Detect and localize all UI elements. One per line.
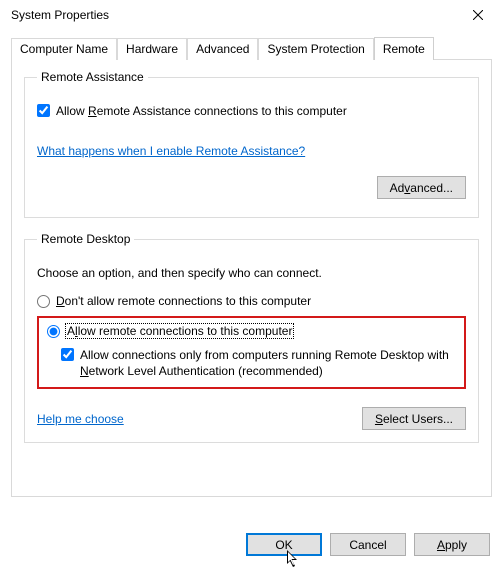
tab-hardware[interactable]: Hardware (117, 38, 187, 60)
tab-panel-remote: Remote Assistance Allow Remote Assistanc… (11, 59, 492, 497)
tab-strip: Computer Name Hardware Advanced System P… (11, 36, 492, 59)
dont-allow-remote-label: Don't allow remote connections to this c… (56, 294, 311, 308)
highlight-box: Allow remote connections to this compute… (37, 316, 466, 389)
content-area: Computer Name Hardware Advanced System P… (1, 30, 500, 521)
close-button[interactable] (455, 0, 500, 30)
ok-button[interactable]: OK (246, 533, 322, 556)
remote-desktop-intro: Choose an option, and then specify who c… (37, 266, 466, 280)
tab-computer-name[interactable]: Computer Name (11, 38, 117, 60)
close-icon (473, 10, 483, 20)
help-me-choose-link[interactable]: Help me choose (37, 412, 124, 426)
remote-assistance-help-link[interactable]: What happens when I enable Remote Assist… (37, 144, 305, 158)
dont-allow-remote-radio[interactable]: Don't allow remote connections to this c… (37, 294, 466, 308)
apply-button[interactable]: Apply (414, 533, 490, 556)
allow-remote-radio[interactable]: Allow remote connections to this compute… (47, 324, 456, 338)
tab-advanced[interactable]: Advanced (187, 38, 258, 60)
remote-assistance-group: Remote Assistance Allow Remote Assistanc… (24, 70, 479, 218)
titlebar: System Properties (1, 0, 500, 30)
dialog-button-row: OK Cancel Apply (1, 521, 500, 568)
allow-remote-input[interactable] (47, 325, 60, 338)
tab-remote[interactable]: Remote (374, 37, 434, 60)
allow-remote-assistance-checkbox[interactable]: Allow Remote Assistance connections to t… (37, 104, 466, 118)
nla-label: Allow connections only from computers ru… (80, 348, 456, 379)
allow-remote-label: Allow remote connections to this compute… (66, 324, 293, 338)
allow-remote-assistance-input[interactable] (37, 104, 50, 117)
remote-desktop-legend: Remote Desktop (37, 232, 134, 246)
tab-system-protection[interactable]: System Protection (258, 38, 373, 60)
remote-assistance-advanced-button[interactable]: Advanced... (377, 176, 466, 199)
select-users-button[interactable]: Select Users... (362, 407, 466, 430)
remote-assistance-legend: Remote Assistance (37, 70, 148, 84)
nla-checkbox[interactable] (61, 348, 74, 361)
cancel-button[interactable]: Cancel (330, 533, 406, 556)
allow-remote-assistance-label: Allow Remote Assistance connections to t… (56, 104, 347, 118)
dont-allow-remote-input[interactable] (37, 295, 50, 308)
window-title: System Properties (11, 8, 109, 22)
remote-desktop-group: Remote Desktop Choose an option, and the… (24, 232, 479, 443)
system-properties-dialog: System Properties Computer Name Hardware… (0, 0, 500, 568)
